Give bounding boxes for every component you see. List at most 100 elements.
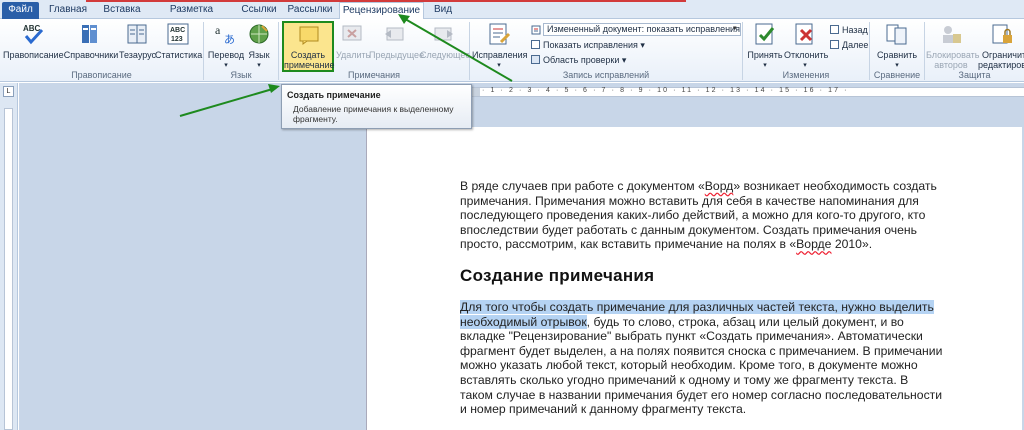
svg-text:ABC: ABC — [23, 24, 41, 33]
tab-insert[interactable]: Вставка — [97, 2, 147, 19]
text-line: таком случае в названии примечания будет… — [460, 387, 943, 402]
language-button[interactable]: Язык ▾ — [246, 22, 272, 69]
new-comment-label-line1: Создать — [290, 50, 326, 60]
next-comment-label: Следующее — [420, 50, 471, 60]
translate-icon: a あ — [215, 23, 235, 46]
paragraph-body[interactable]: Для того чтобы создать примечание для ра… — [460, 300, 980, 417]
section-heading[interactable]: Создание примечания — [460, 266, 654, 286]
compare-icon — [886, 24, 907, 45]
delete-comment-icon — [342, 25, 362, 41]
translate-button[interactable]: a あ Перевод ▾ — [206, 22, 246, 69]
tooltip-description: Добавление примечания к выделенному фраг… — [293, 104, 454, 124]
text-line: вкладке "Рецензирование" выбрать пункт «… — [460, 329, 923, 344]
display-for-review-select[interactable]: Измененный документ: показать исправлени… — [543, 23, 741, 36]
tab-review[interactable]: Рецензирование — [339, 2, 424, 20]
delete-comment-button[interactable]: Удалить — [336, 22, 371, 68]
block-authors-icon — [943, 26, 961, 43]
accept-label: Принять — [747, 50, 783, 60]
new-comment-tooltip: Создать примечание Добавление примечания… — [281, 84, 472, 129]
show-markup-button[interactable]: Показать исправления ▾ — [531, 39, 645, 51]
tab-selector[interactable]: L — [3, 86, 14, 97]
text-line: вставлять сколько угодно примечаний к од… — [460, 372, 909, 387]
reviewing-pane-button[interactable]: Область проверки ▾ — [531, 54, 626, 66]
text-line: просто, рассмотрим, как вставить примеча… — [460, 237, 873, 252]
references-label: Справочники — [63, 50, 119, 60]
text-line: впоследствии будет работать с данным док… — [460, 222, 917, 237]
previous-comment-icon — [385, 27, 404, 41]
selected-text[interactable]: Для того чтобы создать примечание для ра… — [460, 300, 934, 314]
tooltip-title: Создать примечание — [287, 90, 381, 100]
previous-change-label: Назад — [842, 25, 868, 35]
display-for-review-icon — [531, 25, 541, 35]
text-line: примечания. Примечания можно вставить дл… — [460, 193, 919, 208]
tab-view[interactable]: Вид — [428, 2, 458, 19]
svg-text:ABC: ABC — [170, 27, 185, 34]
restrict-editing-icon — [992, 24, 1012, 44]
spelling-label: Правописание — [3, 50, 64, 60]
track-changes-label: Исправления — [472, 50, 528, 60]
spelling-button[interactable]: ABC Правописание — [3, 22, 64, 68]
show-markup-icon — [531, 40, 540, 49]
text-line: и номер примечаний к данному фрагменту т… — [460, 402, 747, 417]
restrict-editing-label-line1: Ограничить — [982, 50, 1024, 60]
next-change-icon — [830, 40, 839, 49]
vertical-ruler — [4, 108, 13, 430]
statistics-button[interactable]: ABC 123 Статистика — [155, 22, 203, 68]
accept-button[interactable]: Принять ▾ — [746, 22, 784, 69]
spelling-icon: ABC — [23, 24, 44, 45]
reject-icon — [795, 23, 813, 45]
block-authors-label-line2: авторов — [934, 60, 968, 70]
selected-text[interactable]: необходимый отрывок — [460, 314, 587, 329]
group-label-comments: Примечания — [348, 70, 400, 80]
compare-button[interactable]: Сравнить ▾ — [873, 22, 921, 69]
tab-file[interactable]: Файл — [2, 2, 39, 19]
reviewing-pane-label: Область проверки — [543, 55, 620, 65]
track-changes-icon — [489, 23, 511, 45]
show-markup-label: Показать исправления — [543, 40, 638, 50]
accept-icon — [755, 23, 775, 45]
group-label-compare: Сравнение — [873, 70, 921, 80]
group-label-protect: Защита — [958, 70, 991, 80]
text-line: фрагмент будет выделен, а на полях появи… — [460, 343, 943, 358]
svg-text:a: a — [215, 23, 221, 37]
block-authors-label-line1: Блокировать — [926, 50, 980, 60]
previous-comment-button[interactable]: Предыдущее — [369, 22, 424, 68]
reviewing-pane-icon — [531, 55, 540, 64]
ribbon-tab-bar: Файл Главная Вставка Разметка страницы С… — [0, 0, 1024, 31]
tab-references[interactable]: Ссылки — [237, 2, 281, 19]
reject-button[interactable]: Отклонить ▾ — [784, 22, 829, 69]
delete-comment-label: Удалить — [336, 50, 371, 60]
text-line: Для того чтобы создать примечание для ра… — [460, 300, 980, 315]
word-count-icon: ABC 123 — [167, 23, 189, 45]
thesaurus-button[interactable]: Тезаурус — [119, 22, 156, 68]
ruler-marks: · 1 · 2 · 3 · 4 · 5 · 6 · 7 · 8 · 9 · 10… — [482, 87, 849, 94]
tab-home[interactable]: Главная — [44, 2, 92, 19]
reject-label: Отклонить — [784, 50, 829, 60]
tab-mailings[interactable]: Рассылки — [285, 2, 335, 19]
group-label-changes: Изменения — [782, 70, 830, 80]
block-authors-button[interactable]: Блокировать авторов — [926, 22, 980, 70]
restrict-editing-label-line2: редактирование — [978, 60, 1024, 70]
tab-page-layout[interactable]: Разметка страницы — [150, 2, 233, 31]
language-label: Язык — [248, 50, 270, 60]
group-label-language: Язык — [230, 70, 252, 80]
previous-change-button[interactable]: Назад — [830, 24, 868, 36]
next-comment-button[interactable]: Следующее — [420, 22, 471, 68]
next-change-button[interactable]: Далее — [830, 39, 868, 51]
new-comment-button[interactable]: Создать примечание — [282, 21, 335, 72]
statistics-label: Статистика — [155, 50, 203, 60]
horizontal-ruler[interactable]: · 1 · 2 · 3 · 4 · 5 · 6 · 7 · 8 · 9 · 10… — [462, 87, 1024, 97]
translate-label: Перевод — [207, 50, 245, 60]
track-changes-button[interactable]: Исправления ▾ — [472, 22, 528, 69]
paragraph-intro[interactable]: В ряде случаев при работе с документом «… — [460, 179, 980, 252]
svg-text:123: 123 — [171, 36, 183, 43]
language-globe-icon — [249, 24, 269, 44]
group-label-proofing: Правописание — [71, 70, 132, 80]
display-for-review-arrow[interactable]: ▾ — [733, 24, 737, 32]
restrict-editing-button[interactable]: Ограничить редактирование — [978, 22, 1024, 70]
previous-change-icon — [830, 25, 839, 34]
books-icon — [82, 25, 97, 43]
references-button[interactable]: Справочники — [63, 22, 119, 68]
compare-label: Сравнить — [876, 50, 918, 60]
thesaurus-icon — [127, 24, 147, 44]
